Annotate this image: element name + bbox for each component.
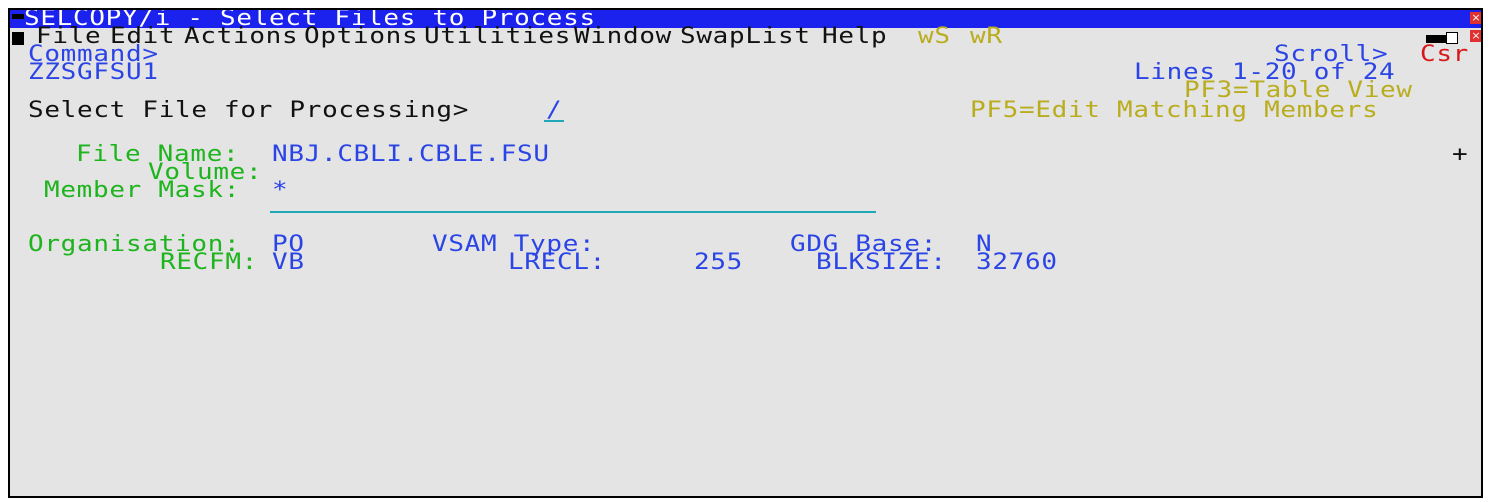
blksize-value: 32760 bbox=[976, 250, 1058, 275]
panel-id: ZZSGFSU1 bbox=[28, 60, 159, 85]
pf5-edit-matching-members[interactable]: PF5=Edit Matching Members bbox=[970, 100, 1378, 122]
select-file-underline bbox=[544, 120, 564, 122]
file-name-prompt-plus[interactable]: + bbox=[1452, 144, 1468, 166]
menu-options[interactable]: Options bbox=[304, 26, 418, 48]
member-mask-input[interactable]: * bbox=[272, 180, 288, 202]
lrecl-value: 255 bbox=[694, 250, 744, 275]
scroll-value[interactable]: Csr bbox=[1420, 44, 1469, 66]
blksize-label: BLKSIZE: bbox=[816, 250, 947, 275]
ws-shortcut[interactable]: wS bbox=[918, 26, 951, 48]
close-panel-icon[interactable]: × bbox=[1470, 30, 1481, 42]
select-file-label: Select File for Processing> bbox=[28, 98, 470, 123]
menu-actions[interactable]: Actions bbox=[184, 26, 298, 48]
close-window-icon[interactable]: × bbox=[1470, 12, 1481, 24]
member-mask-label: Member Mask: bbox=[44, 178, 241, 203]
recfm-value: VB bbox=[272, 250, 305, 275]
wr-shortcut[interactable]: wR bbox=[970, 26, 1003, 48]
menu-block-icon bbox=[12, 32, 24, 45]
menu-utilities[interactable]: Utilities bbox=[424, 26, 571, 48]
menu-help[interactable]: Help bbox=[822, 26, 887, 48]
select-file-input[interactable]: / bbox=[546, 100, 562, 122]
window-menu-icon[interactable] bbox=[12, 14, 24, 19]
member-mask-underline bbox=[270, 211, 876, 213]
lrecl-label: LRECL: bbox=[508, 250, 607, 275]
recfm-label: RECFM: bbox=[160, 250, 259, 275]
terminal-screen: SELCOPY/i - Select Files to Process × Fi… bbox=[8, 8, 1483, 498]
file-name-value[interactable]: NBJ.CBLI.CBLE.FSU bbox=[272, 144, 550, 166]
menu-swaplist[interactable]: SwapList bbox=[680, 26, 811, 48]
menu-window[interactable]: Window bbox=[574, 26, 672, 48]
